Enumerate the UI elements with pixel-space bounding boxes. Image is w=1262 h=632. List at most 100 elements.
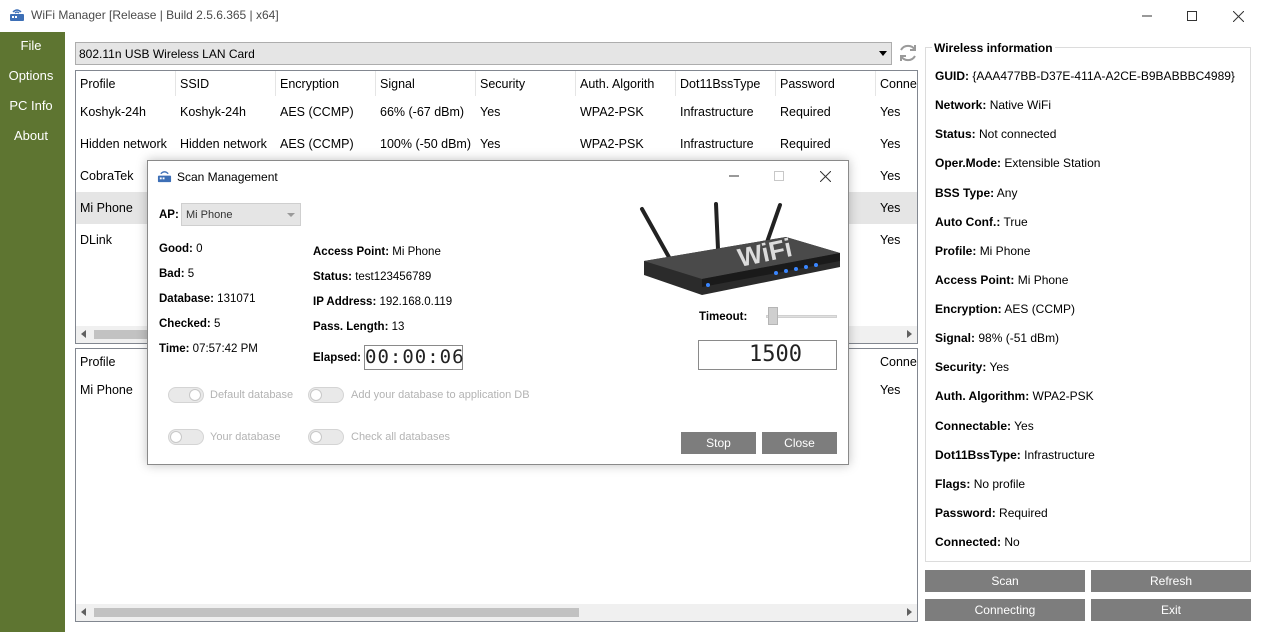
- column-header-connected[interactable]: Connec: [876, 349, 917, 374]
- table-row[interactable]: Hidden network Hidden network AES (CCMP)…: [76, 128, 917, 160]
- table-cell: Required: [780, 105, 831, 119]
- info-flags: Flags: No profile: [935, 477, 1026, 491]
- timeout-slider-thumb[interactable]: [768, 307, 778, 325]
- adapter-select[interactable]: 802.11n USB Wireless LAN Card: [75, 42, 892, 65]
- add-database-label: Add your database to application DB: [351, 389, 530, 401]
- table-cell: AES (CCMP): [280, 137, 354, 151]
- minimize-icon: [1142, 15, 1152, 17]
- info-status: Status: Not connected: [935, 127, 1057, 141]
- adapter-select-value: 802.11n USB Wireless LAN Card: [79, 47, 255, 61]
- table-cell: Infrastructure: [680, 105, 754, 119]
- table-cell: Koshyk-24h: [180, 105, 247, 119]
- scan-button[interactable]: Scan: [925, 570, 1085, 592]
- dialog-title-bar: Scan Management: [148, 161, 848, 191]
- dialog-maximize-button[interactable]: [764, 165, 794, 187]
- add-database-toggle[interactable]: [308, 387, 344, 403]
- scroll-left-icon[interactable]: [81, 608, 86, 616]
- table-cell: Yes: [480, 137, 501, 151]
- table-cell: Mi Phone: [80, 383, 133, 397]
- info-network: Network: Native WiFi: [935, 98, 1052, 112]
- access-point-value: Access Point: Mi Phone: [313, 246, 441, 258]
- stop-button[interactable]: Stop: [681, 432, 756, 454]
- sidebar-item-about[interactable]: About: [0, 128, 62, 143]
- sidebar: File Options PC Info About: [0, 32, 65, 632]
- table-cell: AES (CCMP): [280, 105, 354, 119]
- maximize-icon: [774, 171, 784, 181]
- info-auto-conf: Auto Conf.: True: [935, 215, 1028, 229]
- column-header-connected[interactable]: Connec: [876, 71, 917, 96]
- sidebar-item-pc-info[interactable]: PC Info: [0, 98, 62, 113]
- scrollbar-thumb[interactable]: [94, 608, 579, 617]
- scroll-right-icon[interactable]: [907, 608, 912, 616]
- refresh-button[interactable]: Refresh: [1091, 570, 1251, 592]
- table-cell: WPA2-PSK: [580, 137, 644, 151]
- app-icon: [157, 171, 172, 183]
- column-header-password[interactable]: Password: [776, 71, 876, 96]
- ap-label: AP:: [159, 209, 179, 221]
- ap-select[interactable]: Mi Phone: [181, 203, 301, 226]
- app-icon: [10, 9, 24, 21]
- info-password: Password: Required: [935, 506, 1048, 520]
- default-database-toggle[interactable]: [168, 387, 204, 403]
- column-header-signal[interactable]: Signal: [376, 71, 476, 96]
- dialog-close-button[interactable]: [810, 165, 840, 187]
- bad-count: Bad: 5: [159, 268, 195, 280]
- checked-count: Checked: 5: [159, 318, 221, 330]
- column-header-bsstype[interactable]: Dot11BssType: [676, 71, 776, 96]
- column-header-security[interactable]: Security: [476, 71, 576, 96]
- wireless-info-title: Wireless information: [932, 41, 1055, 55]
- time-value: Time: 07:57:42 PM: [159, 343, 258, 355]
- table-cell: Yes: [880, 169, 901, 183]
- table-cell: DLink: [80, 233, 112, 247]
- check-all-databases-toggle[interactable]: [308, 429, 344, 445]
- info-guid: GUID: {AAA477BB-D37E-411A-A2CE-B9BABBBC4…: [935, 69, 1235, 83]
- minimize-icon: [729, 175, 739, 177]
- dialog-title: Scan Management: [177, 170, 278, 184]
- table-cell: Infrastructure: [680, 137, 754, 151]
- dialog-close-action-button[interactable]: Close: [762, 432, 837, 454]
- timeout-label: Timeout:: [699, 311, 748, 323]
- scroll-left-icon[interactable]: [81, 330, 86, 338]
- maximize-button[interactable]: [1169, 0, 1215, 32]
- info-dot11bsstype: Dot11BssType: Infrastructure: [935, 448, 1095, 462]
- sidebar-item-file[interactable]: File: [0, 38, 62, 53]
- table-cell: 100% (-50 dBm): [380, 137, 472, 151]
- column-header-profile[interactable]: Profile: [76, 71, 176, 96]
- sidebar-item-options[interactable]: Options: [0, 68, 62, 83]
- database-count: Database: 131071: [159, 293, 256, 305]
- scroll-right-icon[interactable]: [907, 330, 912, 338]
- refresh-icon[interactable]: [896, 41, 920, 65]
- table-cell: Yes: [880, 383, 901, 397]
- your-database-label: Your database: [210, 431, 281, 443]
- info-profile: Profile: Mi Phone: [935, 244, 1031, 258]
- table-cell: Koshyk-24h: [80, 105, 147, 119]
- info-auth-algorithm: Auth. Algorithm: WPA2-PSK: [935, 389, 1094, 403]
- maximize-icon: [1187, 11, 1197, 21]
- table-cell: WPA2-PSK: [580, 105, 644, 119]
- good-count: Good: 0: [159, 243, 203, 255]
- table-cell: Yes: [880, 201, 901, 215]
- status-value: Status: test123456789: [313, 271, 432, 283]
- table-cell: CobraTek: [80, 169, 134, 183]
- window-title: WiFi Manager [Release | Build 2.5.6.365 …: [31, 8, 279, 22]
- your-database-toggle[interactable]: [168, 429, 204, 445]
- timeout-display: 1500: [698, 340, 837, 370]
- column-header-encryption[interactable]: Encryption: [276, 71, 376, 96]
- connecting-button[interactable]: Connecting: [925, 599, 1085, 621]
- info-encryption: Encryption: AES (CCMP): [935, 302, 1076, 316]
- info-access-point: Access Point: Mi Phone: [935, 273, 1069, 287]
- horizontal-scrollbar[interactable]: [76, 604, 917, 621]
- router-icon: WiFi: [640, 202, 840, 295]
- ip-address-value: IP Address: 192.168.0.119: [313, 296, 453, 308]
- dialog-minimize-button[interactable]: [719, 165, 749, 187]
- minimize-button[interactable]: [1124, 0, 1170, 32]
- table-cell: Yes: [880, 233, 901, 247]
- column-header-auth[interactable]: Auth. Algorith: [576, 71, 676, 96]
- chevron-down-icon: [879, 51, 887, 56]
- close-button[interactable]: [1215, 0, 1261, 32]
- exit-button[interactable]: Exit: [1091, 599, 1251, 621]
- column-header-ssid[interactable]: SSID: [176, 71, 276, 96]
- table-row[interactable]: Koshyk-24h Koshyk-24h AES (CCMP) 66% (-6…: [76, 96, 917, 128]
- table-cell: Yes: [480, 105, 501, 119]
- table-cell: Required: [780, 137, 831, 151]
